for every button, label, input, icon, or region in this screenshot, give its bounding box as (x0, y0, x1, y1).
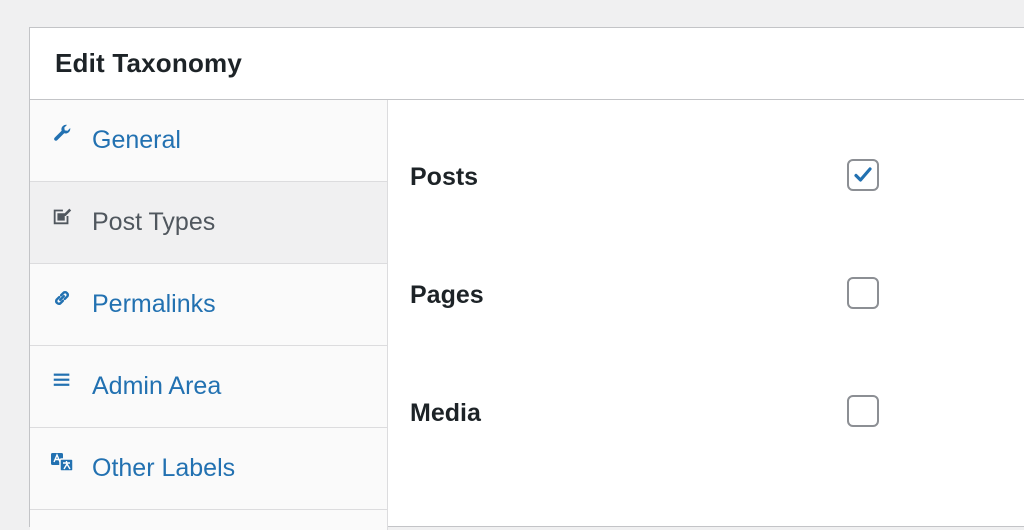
panel-title: Edit Taxonomy (55, 48, 243, 78)
post-types-settings: Posts Pages Media (388, 100, 1024, 530)
tab-admin-area[interactable]: Admin Area (30, 346, 387, 428)
settings-tabs: General Post Types Permalinks Admin Area (30, 100, 388, 530)
menu-icon (50, 368, 74, 392)
tab-label: Post Types (92, 208, 216, 236)
post-type-label: Pages (410, 281, 484, 309)
wrench-icon (50, 122, 74, 146)
media-checkbox[interactable] (847, 395, 879, 427)
panel-body: General Post Types Permalinks Admin Area (30, 100, 1024, 530)
translation-icon (50, 450, 74, 474)
tab-other-labels[interactable]: Other Labels (30, 428, 387, 510)
post-type-label: Media (410, 399, 481, 427)
tab-label: Permalinks (92, 290, 216, 318)
tab-post-types[interactable]: Post Types (30, 182, 387, 264)
tab-general[interactable]: General (30, 100, 387, 182)
tab-label: Admin Area (92, 372, 222, 400)
posts-checkbox[interactable] (847, 159, 879, 191)
post-type-label: Posts (410, 163, 479, 191)
post-type-row-pages: Pages (410, 277, 1010, 317)
edit-taxonomy-panel: Edit Taxonomy General Post Types Permali… (29, 27, 1024, 530)
tab-label: General (92, 126, 181, 154)
post-type-row-posts: Posts (410, 159, 1010, 199)
checkmark-icon (854, 167, 872, 182)
tab-permalinks[interactable]: Permalinks (30, 264, 387, 346)
edit-page-icon (50, 204, 74, 228)
panel-header: Edit Taxonomy (30, 28, 1024, 100)
post-type-row-media: Media (410, 395, 1010, 435)
link-icon (50, 286, 74, 310)
tab-label: Other Labels (92, 454, 236, 482)
pages-checkbox[interactable] (847, 277, 879, 309)
